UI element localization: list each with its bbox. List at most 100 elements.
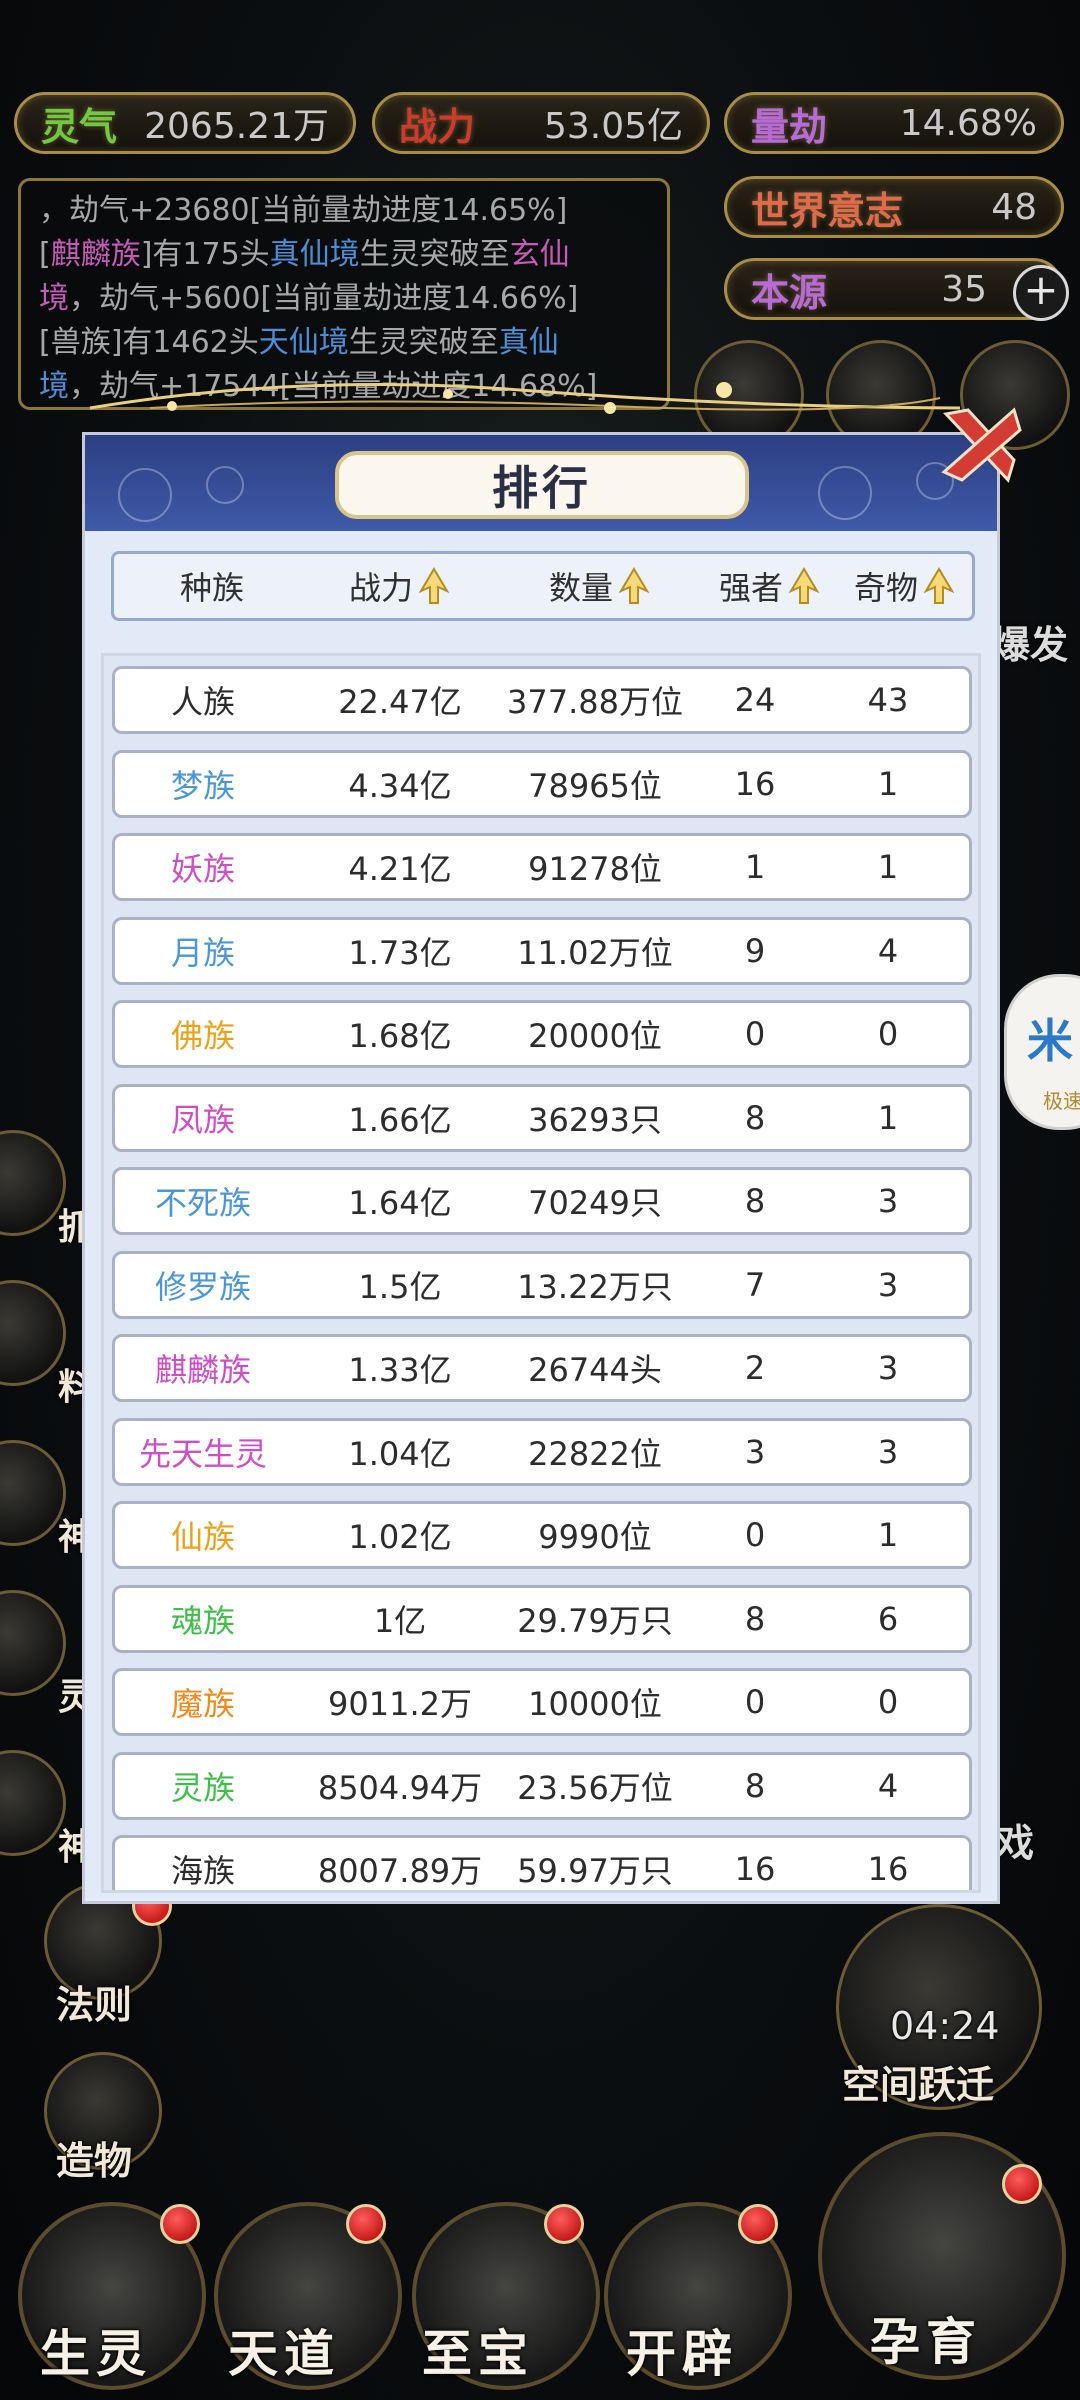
row-name: 修罗族 [154, 1267, 251, 1306]
row-strong: 8 [744, 1098, 766, 1137]
table-row[interactable]: 妖族 4.21亿 91278位 1 1 [112, 833, 972, 901]
row-items-cell: 1 [823, 1504, 953, 1566]
sort-strong[interactable]: 强者 [704, 554, 834, 618]
row-count-cell: 91278位 [485, 836, 705, 898]
row-count-cell: 13.22万只 [485, 1254, 705, 1316]
row-strong: 8 [744, 1599, 766, 1638]
table-row[interactable]: 佛族 1.68亿 20000位 0 0 [112, 1000, 972, 1068]
row-name-cell: 梦族 [123, 753, 283, 815]
sort-arrow-icon [419, 567, 449, 604]
row-count-cell: 29.79万只 [485, 1588, 705, 1650]
ranking-list[interactable]: 人族 22.47亿 377.88万位 24 43 梦族 4.34亿 78965位 16 1 妖族 4.… [101, 653, 981, 1893]
left-side-button[interactable] [0, 1130, 66, 1236]
row-strong-cell: 1 [695, 836, 815, 898]
open-nav-label: 开辟 [626, 2325, 738, 2383]
table-row[interactable]: 凤族 1.66亿 36293只 8 1 [112, 1083, 972, 1152]
left-side-button[interactable] [0, 1750, 66, 1856]
col-race[interactable]: 种族 [132, 554, 292, 618]
shijie-value: 48 [991, 186, 1037, 228]
row-count: 9990位 [538, 1518, 652, 1556]
table-row[interactable]: 海族 8007.89万 59.97万只 16 16 [112, 1835, 972, 1890]
header-label: 强者 [718, 569, 783, 607]
table-row[interactable]: 人族 22.47亿 377.88万位 24 43 [112, 666, 972, 734]
sort-items[interactable]: 奇物 [834, 554, 974, 618]
sort-count[interactable]: 数量 [504, 554, 694, 618]
table-row[interactable]: 梦族 4.34亿 78965位 16 1 [112, 749, 972, 818]
left-side-button[interactable] [0, 1440, 66, 1546]
row-strong-cell: 9 [695, 920, 815, 982]
row-count-cell: 22822位 [485, 1421, 705, 1483]
add-benyuan-button[interactable]: + [1013, 265, 1069, 321]
row-strong-cell: 7 [695, 1254, 815, 1316]
row-power-cell: 1.04亿 [295, 1421, 505, 1483]
row-name: 麒麟族 [154, 1351, 251, 1389]
row-count: 29.79万只 [517, 1601, 673, 1640]
row-count-cell: 78965位 [485, 753, 705, 815]
row-name: 灵族 [170, 1768, 235, 1807]
row-power: 4.34亿 [348, 766, 452, 805]
row-name: 人族 [170, 683, 235, 721]
table-row[interactable]: 麒麟族 1.33亿 26744头 2 3 [112, 1334, 972, 1402]
row-name: 仙族 [170, 1518, 235, 1556]
table-row[interactable]: 魔族 9011.2万 10000位 0 0 [112, 1668, 972, 1736]
row-name-cell: 麒麟族 [123, 1337, 283, 1399]
log-realm: 真仙境 [269, 237, 360, 272]
table-row[interactable]: 月族 1.73亿 11.02万位 9 4 [112, 916, 972, 985]
row-name: 魔族 [170, 1685, 235, 1723]
left-side-button[interactable] [0, 1590, 66, 1696]
row-items-cell: 0 [823, 1671, 953, 1733]
space-jump-timer: 04:24 [890, 2004, 1000, 2048]
close-icon[interactable] [932, 396, 1028, 492]
space-jump-label: 空间跃迁 [842, 2063, 995, 2107]
table-row[interactable]: 先天生灵 1.04亿 22822位 3 3 [112, 1417, 972, 1486]
row-count: 26744头 [528, 1351, 662, 1389]
row-power-cell: 9011.2万 [295, 1671, 505, 1733]
row-items: 1 [877, 764, 899, 803]
row-count: 10000位 [528, 1685, 662, 1723]
table-row[interactable]: 仙族 1.02亿 9990位 0 1 [112, 1501, 972, 1569]
liangjie-label: 量劫 [751, 104, 828, 149]
table-row[interactable]: 灵族 8504.94万 23.56万位 8 4 [112, 1751, 972, 1820]
row-name: 魂族 [170, 1601, 235, 1640]
liangjie-value: 14.68% [899, 102, 1037, 144]
row-count: 11.02万位 [517, 933, 673, 972]
table-row[interactable]: 魂族 1亿 29.79万只 8 6 [112, 1584, 972, 1653]
treasure-nav-label: 至宝 [422, 2325, 534, 2383]
row-name-cell: 海族 [123, 1838, 283, 1890]
row-items-cell: 43 [823, 669, 953, 731]
row-count-cell: 36293只 [485, 1087, 705, 1149]
log-text: ]有175头 [140, 237, 270, 272]
row-items-cell: 4 [823, 1755, 953, 1817]
creature-nav-label: 生灵 [40, 2325, 152, 2383]
row-name-cell: 人族 [123, 669, 283, 731]
table-row[interactable]: 不死族 1.64亿 70249只 8 3 [112, 1167, 972, 1235]
sort-arrow-icon [789, 567, 819, 604]
sort-arrow-icon [619, 567, 649, 604]
row-strong-cell: 24 [695, 669, 815, 731]
row-name: 佛族 [170, 1017, 235, 1055]
log-text: [ [39, 237, 51, 272]
log-realm: 境 [39, 281, 69, 316]
left-side-button[interactable] [0, 1280, 66, 1386]
lingqi-stat: 灵气 2065.21万 [14, 92, 356, 154]
sort-arrow-icon [924, 567, 954, 604]
table-row[interactable]: 修罗族 1.5亿 13.22万只 7 3 [112, 1250, 972, 1319]
creation-label: 造物 [56, 2139, 133, 2183]
log-text: 生灵突破至 [359, 237, 510, 272]
row-strong-cell: 0 [695, 1504, 815, 1566]
zhanli-label: 战力 [399, 104, 476, 149]
row-count-cell: 23.56万位 [485, 1755, 705, 1817]
row-strong: 7 [744, 1265, 766, 1304]
row-power: 8504.94万 [317, 1768, 483, 1807]
row-count: 91278位 [528, 850, 662, 888]
row-power: 1.68亿 [348, 1017, 452, 1055]
row-power-cell: 1.5亿 [295, 1254, 505, 1316]
log-line: 境，劫气+5600[当前量劫进度14.66%] [39, 277, 649, 321]
row-items-cell: 3 [823, 1421, 953, 1483]
floating-mi-button[interactable]: 米 极速 [1004, 974, 1080, 1130]
burst-label-partial: 爆发 [992, 623, 1069, 667]
sort-power[interactable]: 战力 [294, 554, 504, 618]
log-line: [麒麟族]有175头真仙境生灵突破至玄仙 [39, 233, 649, 277]
row-name: 海族 [170, 1852, 235, 1890]
row-items: 4 [877, 931, 899, 970]
